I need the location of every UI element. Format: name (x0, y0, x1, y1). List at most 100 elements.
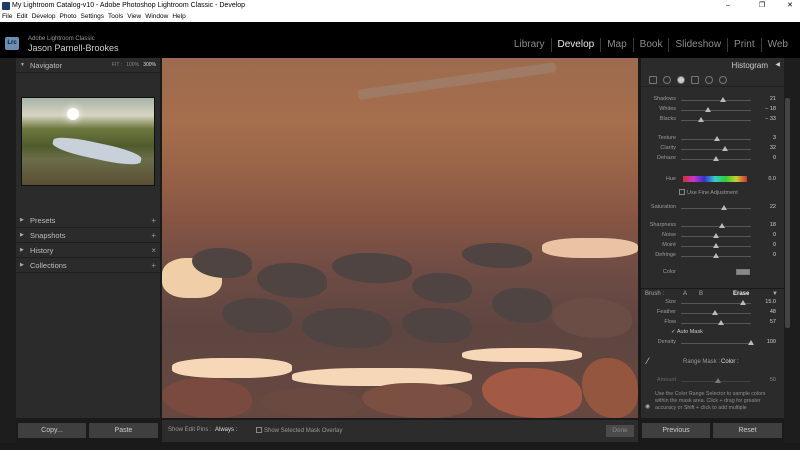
clarity-value[interactable]: 32 (770, 145, 776, 151)
flow-track[interactable] (681, 323, 751, 324)
blacks-track[interactable] (681, 120, 751, 121)
clarity-track[interactable] (681, 149, 751, 150)
left-panel-edge[interactable] (0, 58, 16, 443)
module-map[interactable]: Map (601, 38, 634, 52)
zoom-100[interactable]: 100% (126, 62, 139, 68)
mask-overlay-toggle[interactable]: Show Selected Mask Overlay (256, 427, 342, 434)
module-slideshow[interactable]: Slideshow (669, 38, 729, 52)
feather-value[interactable]: 48 (770, 309, 776, 315)
menu-tools[interactable]: Tools (108, 12, 123, 22)
crop-icon[interactable] (649, 76, 657, 84)
menu-view[interactable]: View (127, 12, 141, 22)
size-value[interactable]: 15.0 (765, 299, 776, 305)
copy-button[interactable]: Copy... (18, 423, 86, 438)
collections-header[interactable]: ▶ Collections + (16, 258, 160, 273)
sharpness-knob[interactable] (719, 223, 726, 228)
shadows-value[interactable]: 21 (770, 96, 776, 102)
module-library[interactable]: Library (508, 38, 552, 52)
sharpness-track[interactable] (681, 226, 751, 227)
navigator-preview[interactable] (21, 97, 155, 186)
add-preset-icon[interactable]: + (151, 213, 156, 228)
history-header[interactable]: ▶ History × (16, 243, 160, 258)
whites-knob[interactable] (704, 107, 711, 112)
whites-track[interactable] (681, 110, 751, 111)
done-button[interactable]: Done (606, 425, 634, 437)
texture-value[interactable]: 3 (773, 135, 776, 141)
menu-file[interactable]: File (2, 12, 12, 22)
menu-photo[interactable]: Photo (60, 12, 77, 22)
module-web[interactable]: Web (762, 38, 794, 52)
auto-mask-row[interactable]: ✓ Auto Mask (641, 328, 784, 338)
add-collection-icon[interactable]: + (151, 258, 156, 273)
color-swatch[interactable] (736, 269, 750, 275)
fine-adjust-row[interactable]: Use Fine Adjustment (641, 188, 784, 198)
close-icon[interactable]: ✕ (780, 0, 800, 12)
menu-develop[interactable]: Develop (32, 12, 56, 22)
menu-settings[interactable]: Settings (81, 12, 105, 22)
histogram-header[interactable]: Histogram ◀ (641, 58, 784, 73)
dehaze-knob[interactable] (713, 156, 719, 161)
rock (492, 288, 552, 323)
adjustment-brush-icon[interactable] (719, 76, 727, 84)
sharpness-value[interactable]: 18 (770, 222, 776, 228)
density-track[interactable] (681, 343, 751, 344)
spot-removal-icon[interactable] (663, 76, 671, 84)
saturation-track[interactable] (681, 208, 751, 209)
whites-value[interactable]: – 18 (765, 106, 776, 112)
zoom-300[interactable]: 300% (143, 62, 156, 68)
range-mask-select[interactable]: Color : (721, 359, 739, 365)
presets-header[interactable]: ▶ Presets + (16, 213, 160, 228)
brush-a[interactable]: A (683, 291, 687, 297)
right-panel-scrollbar[interactable] (785, 98, 790, 328)
brush-b[interactable]: B (699, 291, 703, 297)
brush-erase[interactable]: Erase (733, 291, 749, 297)
density-value[interactable]: 100 (767, 339, 776, 345)
blacks-value[interactable]: – 33 (765, 116, 776, 122)
menu-edit[interactable]: Edit (16, 12, 27, 22)
feather-knob[interactable] (711, 310, 718, 315)
maximize-icon[interactable]: ❐ (752, 0, 772, 12)
radial-filter-icon[interactable] (705, 76, 713, 84)
minimize-icon[interactable]: – (718, 0, 738, 12)
defringe-value[interactable]: 0 (773, 252, 776, 258)
flow-value[interactable]: 57 (770, 319, 776, 325)
graduated-filter-icon[interactable] (691, 76, 699, 84)
reset-button[interactable]: Reset (713, 423, 782, 438)
density-slider: Density 100 (641, 338, 784, 348)
shadows-track[interactable] (681, 100, 751, 101)
red-eye-icon[interactable] (677, 76, 685, 84)
clear-history-icon[interactable]: × (151, 243, 156, 258)
add-snapshot-icon[interactable]: + (151, 228, 156, 243)
snapshots-header[interactable]: ▶ Snapshots + (16, 228, 160, 243)
paste-button[interactable]: Paste (89, 423, 158, 438)
hue-value[interactable]: 0.0 (768, 176, 776, 182)
moire-value[interactable]: 0 (773, 242, 776, 248)
texture-knob[interactable] (714, 136, 721, 141)
module-book[interactable]: Book (634, 38, 670, 52)
module-develop[interactable]: Develop (552, 38, 602, 52)
defringe-knob[interactable] (713, 253, 719, 258)
shadows-knob[interactable] (720, 97, 726, 102)
noise-value[interactable]: 0 (773, 232, 776, 238)
clarity-knob[interactable] (722, 146, 729, 151)
amount-knob[interactable] (715, 378, 721, 383)
color-sampler-icon[interactable]: ⁄ (647, 356, 649, 366)
moire-knob[interactable] (713, 243, 719, 248)
size-knob[interactable] (739, 300, 746, 305)
zoom-fit[interactable]: FIT : (112, 62, 122, 68)
menu-help[interactable]: Help (172, 12, 185, 22)
saturation-value[interactable]: 22 (770, 204, 776, 210)
dehaze-value[interactable]: 0 (773, 155, 776, 161)
edit-pins-select[interactable]: Always : (215, 427, 237, 433)
saturation-knob[interactable] (721, 205, 728, 210)
noise-knob[interactable] (713, 233, 719, 238)
blacks-knob[interactable] (698, 117, 705, 122)
density-knob[interactable] (748, 340, 754, 345)
module-print[interactable]: Print (728, 38, 762, 52)
flow-knob[interactable] (717, 320, 724, 325)
photo-canvas[interactable] (162, 58, 638, 418)
navigator-header[interactable]: ▼ Navigator FIT : 100% 300% (16, 58, 160, 73)
previous-button[interactable]: Previous (642, 423, 710, 438)
rock (162, 378, 252, 418)
menu-window[interactable]: Window (145, 12, 168, 22)
